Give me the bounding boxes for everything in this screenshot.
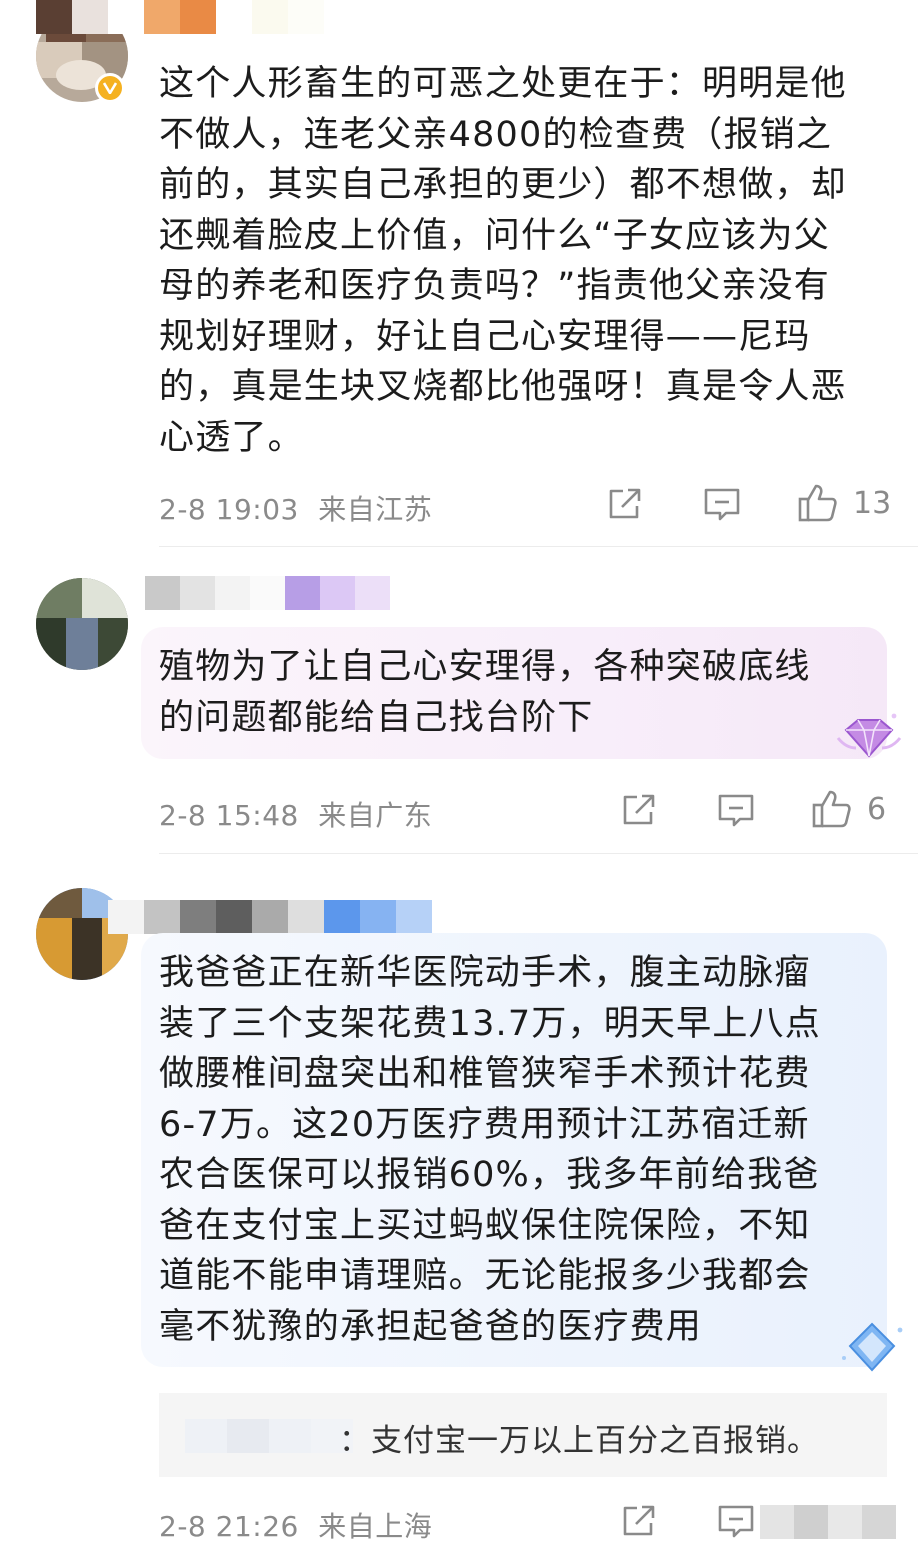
comment-location: 来自江苏 [318, 493, 433, 526]
verified-badge-icon [95, 73, 125, 103]
comment-location: 来自广东 [318, 799, 433, 832]
share-icon [623, 794, 655, 825]
reply-text: ：支付宝一万以上百分之百报销。 [339, 1423, 819, 1459]
gem-badge-icon [836, 713, 902, 758]
share-button[interactable] [620, 1503, 658, 1539]
divider [159, 853, 918, 854]
comment-time: 2-8 15:48 [159, 799, 299, 832]
like-button[interactable] [760, 1505, 896, 1539]
username-obscured[interactable] [36, 0, 324, 34]
like-count: 6 [867, 791, 887, 827]
comment-button[interactable] [716, 792, 756, 830]
comment-icon [718, 1505, 754, 1538]
reply-username-obscured[interactable] [185, 1419, 353, 1453]
like-button[interactable]: 6 [811, 788, 886, 830]
comment-meta: 2-8 19:03 来自江苏 [159, 488, 432, 528]
reply-preview[interactable]: ：支付宝一万以上百分之百报销。 [159, 1393, 887, 1477]
comment-meta: 2-8 15:48 来自广东 [159, 794, 432, 834]
diamond-badge-icon [842, 1322, 903, 1372]
thumbs-up-icon [798, 484, 837, 522]
comment-icon [718, 794, 754, 827]
share-icon [609, 488, 641, 519]
comment-location: 来自上海 [318, 1510, 433, 1543]
comment-text: 这个人形畜生的可恶之处更在于：明明是他 不做人，连老父亲4800的检查费（报销之… [159, 64, 847, 458]
comment-time: 2-8 19:03 [159, 493, 299, 526]
comment-meta: 2-8 21:26 来自上海 [159, 1505, 432, 1545]
avatar[interactable] [36, 578, 128, 670]
share-button[interactable] [606, 486, 644, 522]
share-icon [623, 1505, 655, 1536]
comment-text: 殖物为了让自己心安理得，各种突破底线 的问题都能给自己找台阶下 [159, 647, 811, 738]
comment-text: 我爸爸正在新华医院动手术，腹主动脉瘤 装了三个支架花费13.7万，明天早上八点 … [159, 953, 821, 1347]
like-button[interactable]: 13 [797, 482, 891, 524]
comment-icon [704, 488, 740, 521]
comment-button[interactable] [716, 1503, 756, 1541]
thumbs-up-icon [812, 790, 851, 828]
username-obscured[interactable] [108, 900, 432, 934]
username-obscured[interactable] [145, 576, 390, 610]
comment-button[interactable] [702, 486, 742, 524]
like-count-obscured [760, 1505, 896, 1539]
like-count: 13 [853, 485, 892, 521]
divider [159, 546, 918, 547]
share-button[interactable] [620, 792, 658, 828]
comment-time: 2-8 21:26 [159, 1510, 299, 1543]
